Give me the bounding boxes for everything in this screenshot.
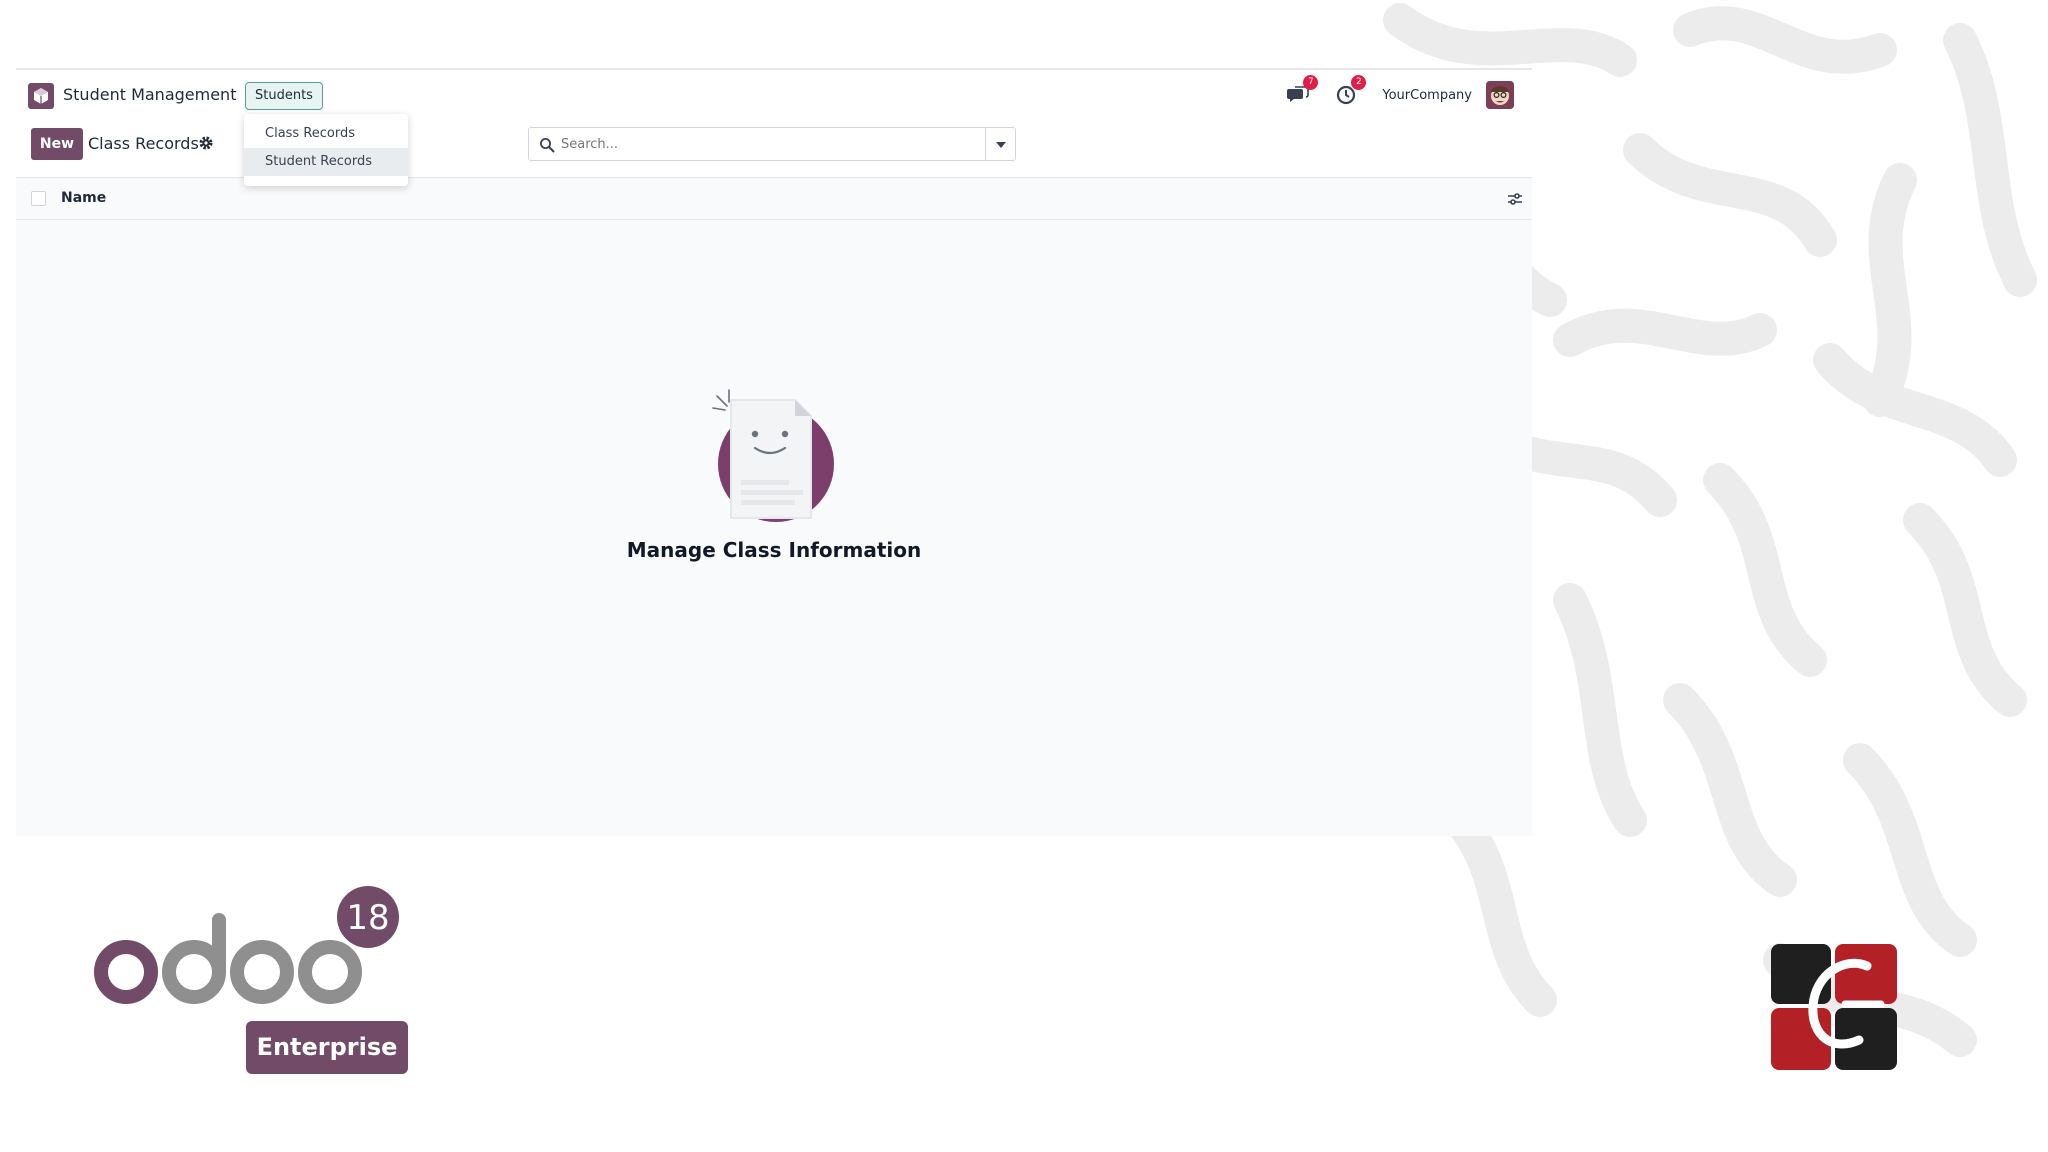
gear-icon[interactable]: [198, 135, 214, 151]
enterprise-badge: Enterprise: [246, 1021, 408, 1074]
screen: Student Management Students 7 2 YourComp…: [0, 0, 2048, 1152]
list-header: Name: [16, 178, 1532, 220]
messages-badge: 7: [1303, 75, 1319, 90]
odoo-version: 18: [346, 898, 389, 938]
app-name[interactable]: Student Management: [63, 85, 236, 104]
menu-students[interactable]: Students: [245, 82, 323, 110]
odoo-logo: 18: [94, 886, 399, 1004]
search-options-toggle[interactable]: [986, 127, 1016, 161]
avatar-face-icon: [1486, 81, 1514, 109]
smiling-document-icon: [712, 389, 834, 522]
search-icon: [540, 138, 555, 153]
messages-button[interactable]: 7: [1286, 75, 1319, 107]
app-cube-icon[interactable]: [28, 83, 54, 109]
partner-logo: [1771, 944, 1897, 1070]
optional-columns-icon[interactable]: [1506, 190, 1524, 208]
empty-state-title: Manage Class Information: [626, 538, 922, 562]
user-avatar[interactable]: [1486, 81, 1514, 109]
activities-badge: 2: [1351, 75, 1367, 90]
navbar-systray: 7 2 YourCompany: [1286, 75, 1514, 111]
navbar: Student Management Students 7 2 YourComp…: [16, 70, 1532, 120]
caret-down-icon: [996, 142, 1006, 148]
column-name-header[interactable]: Name: [61, 190, 106, 206]
breadcrumb-title: Class Records: [88, 134, 199, 153]
activities-button[interactable]: 2: [1334, 75, 1367, 107]
menu-item-class-records[interactable]: Class Records: [244, 120, 408, 148]
search-input[interactable]: [561, 133, 971, 155]
menu-item-student-records[interactable]: Student Records: [244, 148, 408, 176]
company-switcher[interactable]: YourCompany: [1382, 88, 1472, 103]
select-all-checkbox[interactable]: [31, 191, 46, 206]
search-box: [528, 127, 986, 161]
students-menu-dropdown: Class Records Student Records: [244, 114, 408, 186]
app-window: Student Management Students 7 2 YourComp…: [16, 68, 1532, 836]
new-button[interactable]: New: [31, 128, 83, 160]
